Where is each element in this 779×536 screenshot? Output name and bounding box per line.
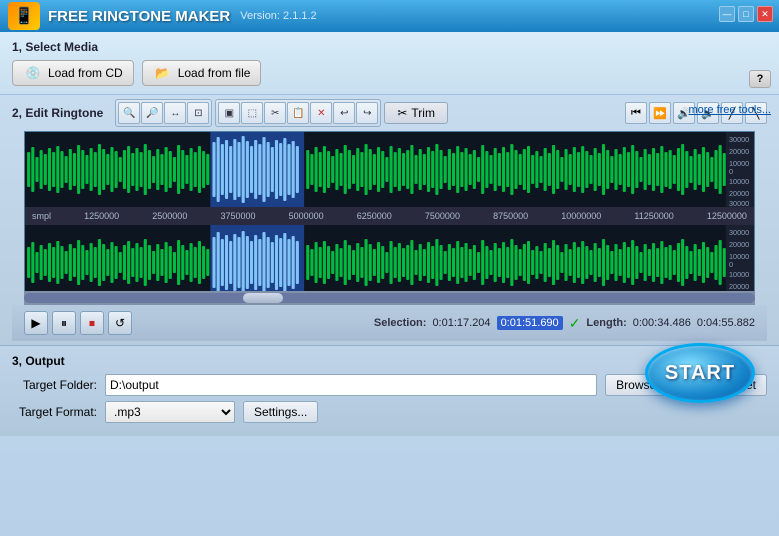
zoom-in-button[interactable]: 🔍 [118, 102, 140, 124]
app-name: FREE RINGTONE MAKER [48, 8, 230, 25]
redo-button[interactable]: ↪ [356, 102, 378, 124]
target-folder-input[interactable] [105, 374, 597, 396]
minimize-button[interactable]: — [719, 6, 735, 22]
zoom-reset-button[interactable]: ⊡ [187, 102, 209, 124]
svg-text:0: 0 [729, 261, 733, 269]
pause-button[interactable]: ⏸ [52, 311, 76, 335]
target-format-row: Target Format: .mp3 .wav .ogg .aac Setti… [12, 401, 767, 423]
section-output: 3, Output Target Folder: Browse... Find … [0, 346, 779, 436]
svg-text:20000: 20000 [729, 190, 749, 198]
play-button[interactable]: ▶ [24, 311, 48, 335]
svg-text:10000: 10000 [729, 253, 749, 261]
refresh-button[interactable]: ↺ [108, 311, 132, 335]
waveform-bottom: 30000 20000 10000 0 10000 20000 30000 [25, 225, 754, 300]
svg-text:10000: 10000 [729, 178, 749, 186]
app-logo: 📱 [8, 2, 40, 30]
cd-icon: 💿 [23, 65, 43, 81]
copy-button[interactable]: 📋 [287, 102, 309, 124]
total-length-value: 0:04:55.882 [697, 317, 755, 329]
svg-text:30000: 30000 [729, 136, 749, 144]
section1-buttons: 💿 Load from CD 📂 Load from file [12, 60, 767, 86]
svg-text:20000: 20000 [729, 241, 749, 249]
selection-start-time: 0:01:17.204 [432, 317, 490, 329]
svg-text:0: 0 [729, 168, 733, 176]
main-content: ? 1, Select Media 💿 Load from CD 📂 Load … [0, 32, 779, 536]
start-button[interactable]: START [645, 343, 755, 403]
ruler-labels: smpl 1250000 2500000 3750000 5000000 625… [27, 211, 752, 221]
load-from-file-button[interactable]: 📂 Load from file [142, 60, 262, 86]
svg-text:10000: 10000 [729, 271, 749, 279]
waveform-scrollbar[interactable] [24, 291, 755, 305]
target-format-label: Target Format: [12, 405, 97, 419]
settings-button[interactable]: Settings... [243, 401, 318, 423]
select-region-button[interactable]: ⬚ [241, 102, 263, 124]
selection-label: Selection: [374, 317, 427, 329]
help-button[interactable]: ? [749, 70, 771, 88]
select-all-button[interactable]: ▣ [218, 102, 240, 124]
scrollbar-thumb[interactable] [243, 293, 283, 303]
zoom-out-button[interactable]: 🔎 [141, 102, 163, 124]
play-begin-button[interactable]: ⏮ [625, 102, 647, 124]
start-button-container: START [645, 343, 755, 403]
svg-text:10000: 10000 [729, 160, 749, 168]
time-info: Selection: 0:01:17.204 0:01:51.690 ✓ Len… [374, 315, 755, 332]
svg-text:20000: 20000 [729, 283, 749, 291]
waveform-top: 30000 20000 10000 0 10000 20000 30000 [25, 132, 754, 207]
selection-end-time: 0:01:51.690 [497, 316, 563, 330]
delete-button[interactable]: ✕ [310, 102, 332, 124]
edit-toolbar: 🔍 🔎 ↔ ⊡ ▣ ⬚ ✂ 📋 ✕ ↩ ↪ ✂ [115, 99, 767, 127]
svg-text:30000: 30000 [729, 229, 749, 237]
more-tools-link[interactable]: more free tools... [688, 104, 771, 116]
title-bar: 📱 FREE RINGTONE MAKER Version: 2.1.1.2 —… [0, 0, 779, 32]
edit-header: 2, Edit Ringtone 🔍 🔎 ↔ ⊡ ▣ ⬚ ✂ 📋 ✕ ↩ [12, 99, 767, 127]
svg-text:20000: 20000 [729, 148, 749, 156]
zoom-fit-button[interactable]: ↔ [164, 102, 186, 124]
playback-controls: ▶ ⏸ ⏹ ↺ [24, 311, 132, 335]
trim-button[interactable]: ✂ Trim [384, 102, 448, 124]
target-format-select[interactable]: .mp3 .wav .ogg .aac [105, 401, 235, 423]
stop-button[interactable]: ⏹ [80, 311, 104, 335]
check-icon: ✓ [569, 315, 581, 332]
waveform-ruler: smpl 1250000 2500000 3750000 5000000 625… [25, 207, 754, 225]
undo-button[interactable]: ↩ [333, 102, 355, 124]
close-button[interactable]: ✕ [757, 6, 773, 22]
section-select-media: 1, Select Media 💿 Load from CD 📂 Load fr… [0, 32, 779, 95]
cut-button[interactable]: ✂ [264, 102, 286, 124]
section3-content: Target Folder: Browse... Find Target Tar… [12, 374, 767, 423]
section-edit-ringtone: 2, Edit Ringtone 🔍 🔎 ↔ ⊡ ▣ ⬚ ✂ 📋 ✕ ↩ [0, 95, 779, 346]
file-icon: 📂 [153, 65, 173, 81]
svg-text:30000: 30000 [729, 200, 749, 207]
length-value: 0:00:34.486 [633, 317, 691, 329]
app-version: Version: 2.1.1.2 [240, 10, 316, 22]
waveform-top-svg: 30000 20000 10000 0 10000 20000 30000 [25, 132, 754, 207]
edit-tools-group: ▣ ⬚ ✂ 📋 ✕ ↩ ↪ [215, 99, 381, 127]
length-label: Length: [586, 317, 626, 329]
window-controls: — □ ✕ [719, 6, 773, 22]
trim-icon: ✂ [397, 106, 407, 120]
section1-title: 1, Select Media [12, 40, 767, 54]
waveform-container[interactable]: 30000 20000 10000 0 10000 20000 30000 sm… [24, 131, 755, 291]
zoom-tools-group: 🔍 🔎 ↔ ⊡ [115, 99, 212, 127]
section2-title: 2, Edit Ringtone [12, 106, 103, 120]
waveform-bottom-svg: 30000 20000 10000 0 10000 20000 30000 [25, 225, 754, 300]
target-folder-label: Target Folder: [12, 378, 97, 392]
maximize-button[interactable]: □ [738, 6, 754, 22]
play-forward-button[interactable]: ⏩ [649, 102, 671, 124]
load-from-cd-button[interactable]: 💿 Load from CD [12, 60, 134, 86]
playback-bar: ▶ ⏸ ⏹ ↺ Selection: 0:01:17.204 0:01:51.6… [12, 305, 767, 341]
scrollbar-track [24, 293, 755, 303]
